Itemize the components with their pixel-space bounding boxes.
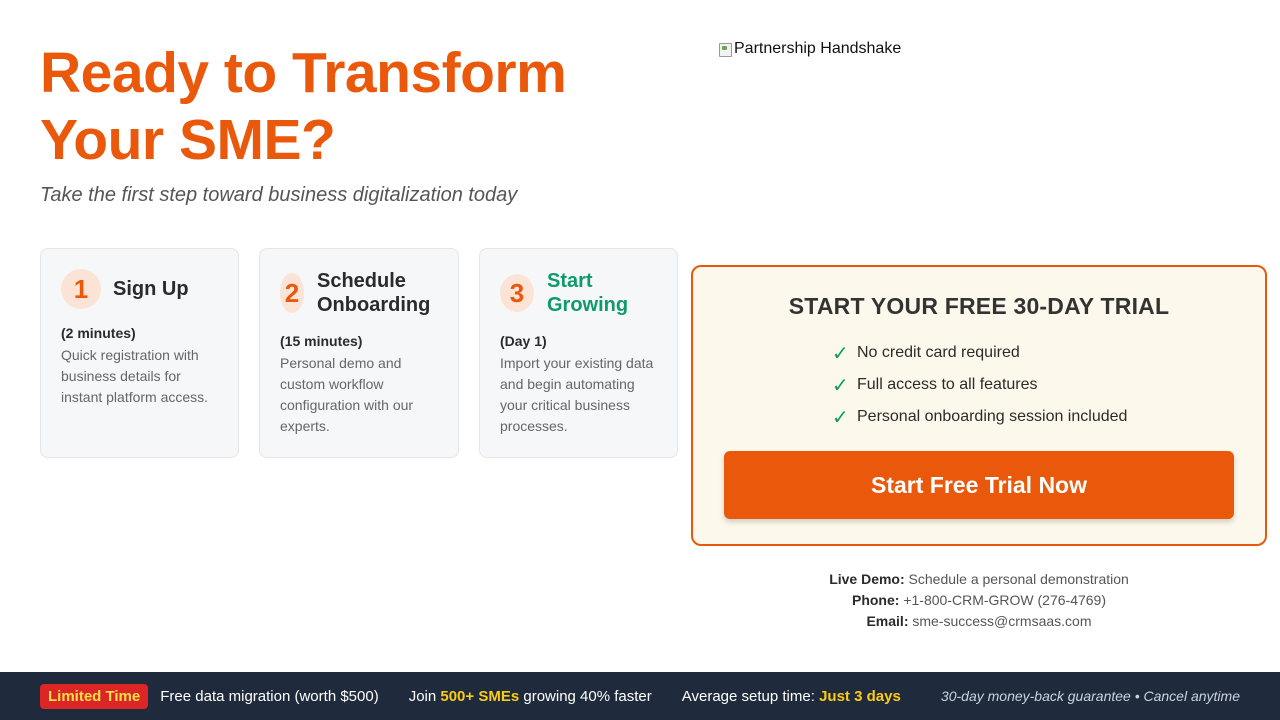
step-title: Start Growing	[547, 270, 629, 316]
broken-image-icon	[718, 41, 732, 57]
step-description: Quick registration with business details…	[61, 347, 209, 405]
promo-footer-bar: Limited Time Free data migration (worth …	[0, 672, 1280, 720]
step-description: Import your existing data and begin auto…	[500, 355, 654, 434]
trial-title: START YOUR FREE 30-DAY TRIAL	[788, 293, 1170, 319]
step-card-sign-up: 1 Sign Up (2 minutes) Quick registration…	[40, 248, 239, 458]
step-time: (15 minutes)	[280, 333, 363, 349]
trial-panel: START YOUR FREE 30-DAY TRIAL ✓ No credit…	[691, 265, 1267, 546]
join-highlight: 500+ SMEs	[440, 687, 520, 705]
step-time: (Day 1)	[500, 333, 547, 349]
setup-time: Average setup time: Just 3 days	[682, 688, 901, 705]
check-icon: ✓	[832, 374, 849, 397]
image-alt-text: Partnership Handshake	[734, 40, 902, 57]
contact-info: Live Demo: Schedule a personal demonstra…	[691, 569, 1267, 632]
phone-link[interactable]: +1-800-CRM-GROW (276-4769)	[903, 592, 1106, 608]
live-demo-link[interactable]: Schedule a personal demonstration	[909, 571, 1129, 587]
join-prefix: Join	[408, 687, 441, 705]
guarantee-note: 30-day money-back guarantee • Cancel any…	[940, 688, 1240, 704]
steps-row: 1 Sign Up (2 minutes) Quick registration…	[40, 248, 678, 458]
step-description: Personal demo and custom workflow config…	[280, 355, 414, 434]
benefit-label: Personal onboarding session included	[857, 408, 1128, 425]
phone-line: Phone: +1-800-CRM-GROW (276-4769)	[691, 590, 1267, 611]
live-demo-label: Live Demo:	[829, 571, 905, 587]
list-item: ✓ Full access to all features	[832, 369, 1127, 401]
benefit-list: ✓ No credit card required ✓ Full access …	[832, 337, 1127, 433]
migration-offer: Free data migration (worth $500)	[160, 687, 379, 705]
start-free-trial-button[interactable]: Start Free Trial Now	[724, 451, 1234, 519]
step-number: 1	[61, 269, 101, 309]
step-number: 3	[500, 274, 534, 312]
list-item: ✓ No credit card required	[832, 337, 1127, 369]
page-headline: Ready to Transform Your SME?	[40, 41, 567, 172]
check-icon: ✓	[832, 342, 849, 365]
limited-time-badge: Limited Time	[40, 683, 149, 709]
partnership-image: Partnership Handshake	[718, 40, 1258, 240]
check-icon: ✓	[832, 406, 849, 429]
step-title: Schedule Onboarding	[317, 270, 431, 316]
benefit-label: Full access to all features	[857, 376, 1038, 393]
list-item: ✓ Personal onboarding session included	[832, 401, 1127, 433]
email-link[interactable]: sme-success@crmsaas.com	[912, 613, 1091, 629]
setup-highlight: Just 3 days	[819, 687, 901, 705]
join-suffix: growing 40% faster	[519, 687, 652, 705]
step-time: (2 minutes)	[61, 325, 136, 341]
live-demo-line: Live Demo: Schedule a personal demonstra…	[691, 569, 1267, 590]
step-title: Sign Up	[113, 278, 189, 300]
step-number: 2	[280, 273, 304, 313]
setup-prefix: Average setup time:	[681, 687, 820, 705]
benefit-label: No credit card required	[857, 344, 1020, 361]
page-subtitle: Take the first step toward business digi…	[40, 184, 518, 206]
phone-label: Phone:	[851, 592, 900, 608]
join-stat: Join 500+ SMEs growing 40% faster	[409, 688, 652, 705]
step-card-schedule-onboarding: 2 Schedule Onboarding (15 minutes) Perso…	[259, 248, 459, 458]
email-line: Email: sme-success@crmsaas.com	[691, 611, 1267, 632]
step-card-start-growing: 3 Start Growing (Day 1) Import your exis…	[479, 248, 678, 458]
email-label: Email:	[866, 613, 909, 629]
